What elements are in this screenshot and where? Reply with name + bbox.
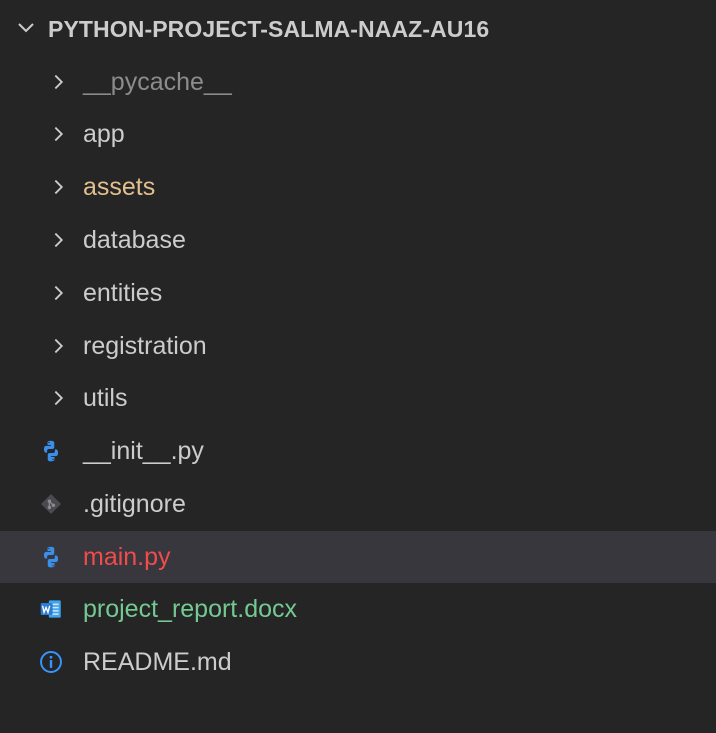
file-row-readme[interactable]: README.md (0, 636, 716, 688)
folder-row-database[interactable]: database (0, 214, 716, 266)
file-label: README.md (83, 648, 232, 676)
folder-label: entities (83, 279, 163, 307)
folder-label: registration (83, 332, 207, 360)
chevron-right-icon[interactable] (48, 334, 70, 358)
chevron-right-icon[interactable] (48, 281, 70, 305)
chevron-right-icon[interactable] (48, 70, 70, 94)
folder-label: database (83, 226, 186, 254)
root-folder-label: PYTHON-PROJECT-SALMA-NAAZ-AU16 (48, 16, 490, 42)
folder-label: app (83, 120, 125, 148)
root-folder-row[interactable]: PYTHON-PROJECT-SALMA-NAAZ-AU16 (0, 4, 716, 56)
file-row-gitignore[interactable]: .gitignore (0, 478, 716, 530)
word-icon (40, 600, 61, 618)
folder-row-pycache[interactable]: __pycache__ (0, 56, 716, 108)
chevron-right-icon[interactable] (48, 175, 70, 199)
folder-row-assets[interactable]: assets (0, 161, 716, 213)
folder-label: __pycache__ (83, 68, 232, 96)
chevron-right-icon[interactable] (48, 228, 70, 252)
folder-label: utils (83, 384, 128, 412)
file-explorer: PYTHON-PROJECT-SALMA-NAAZ-AU16 __pycache… (0, 0, 716, 733)
folder-row-utils[interactable]: utils (0, 372, 716, 424)
folder-row-app[interactable]: app (0, 108, 716, 160)
file-row-project-report[interactable]: project_report.docx (0, 583, 716, 635)
info-icon (40, 651, 62, 673)
python-icon (43, 440, 59, 462)
file-label: .gitignore (83, 490, 186, 518)
file-label: project_report.docx (83, 595, 298, 623)
file-row-main-py[interactable]: main.py (0, 531, 716, 583)
file-label: main.py (83, 543, 171, 571)
chevron-right-icon[interactable] (48, 122, 70, 146)
chevron-down-icon[interactable] (14, 16, 38, 40)
file-label: __init__.py (83, 437, 204, 465)
folder-row-entities[interactable]: entities (0, 267, 716, 319)
chevron-right-icon[interactable] (48, 386, 70, 410)
folder-label: assets (83, 173, 156, 201)
file-row-init-py[interactable]: __init__.py (0, 425, 716, 477)
git-icon (41, 494, 61, 514)
folder-row-registration[interactable]: registration (0, 320, 716, 372)
python-icon (43, 546, 59, 568)
